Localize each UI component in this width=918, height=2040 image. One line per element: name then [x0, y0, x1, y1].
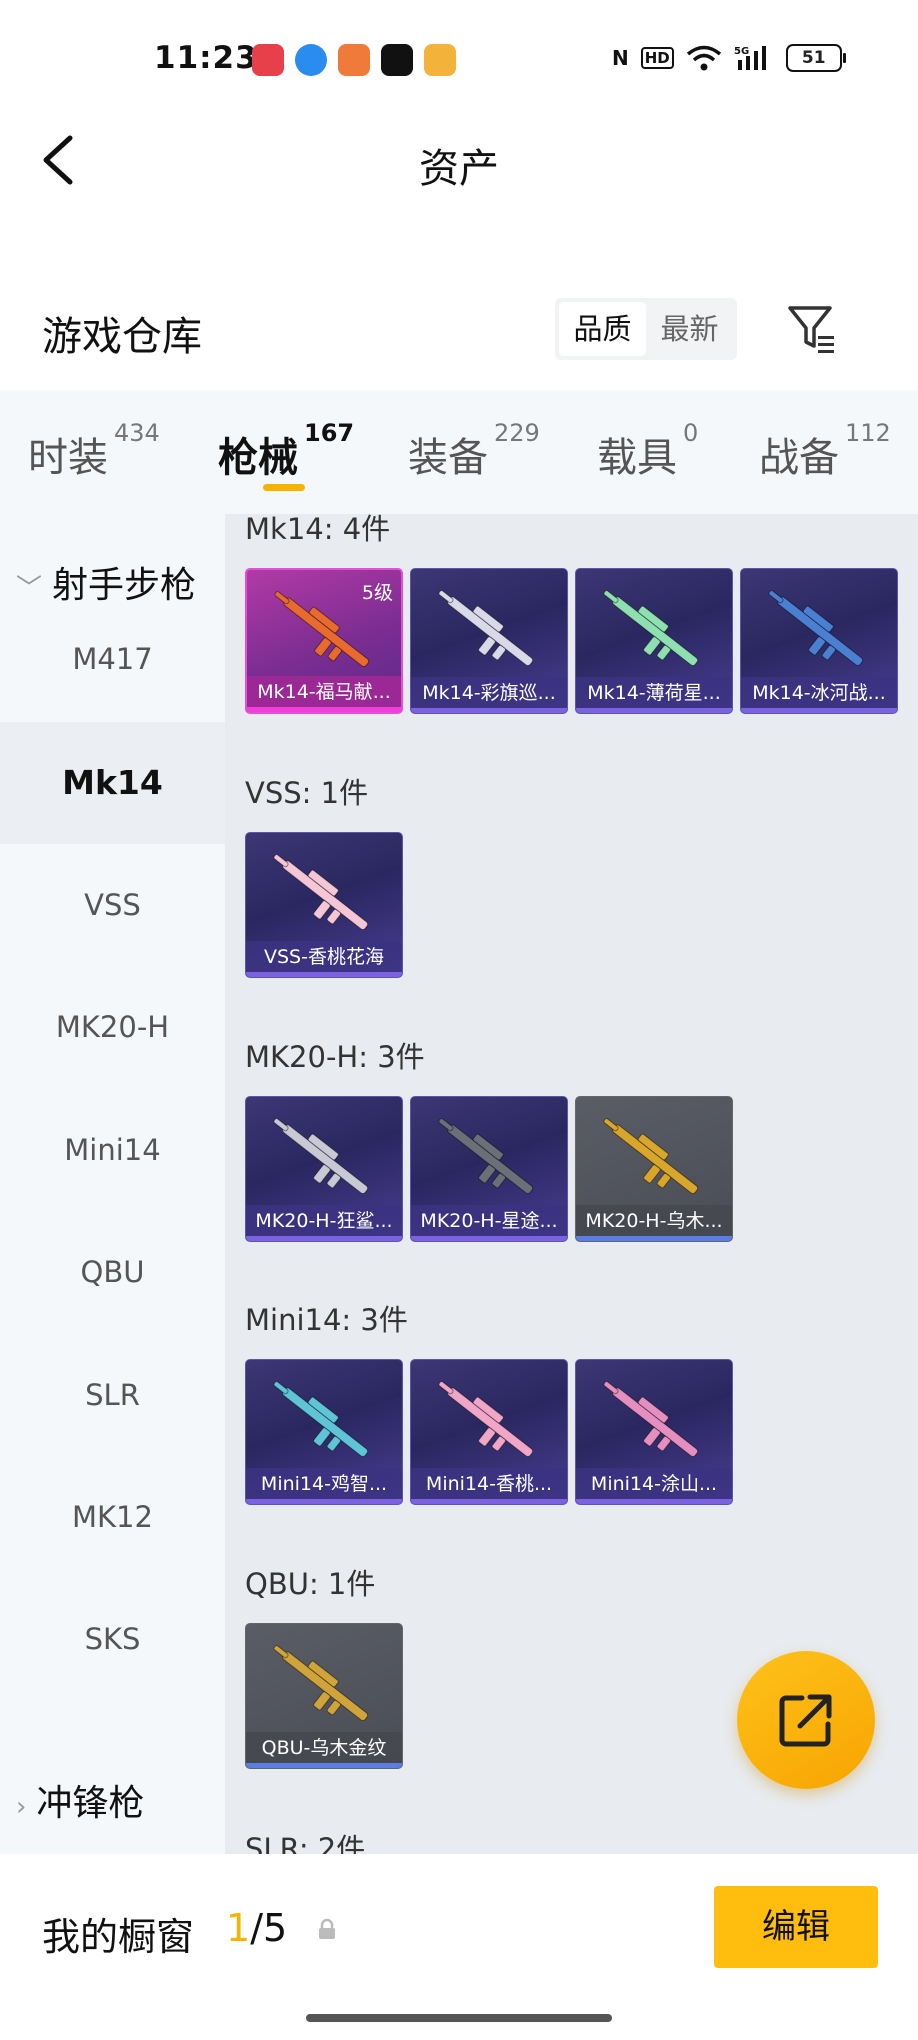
- skin-card[interactable]: MK20-H-星途...: [410, 1096, 568, 1242]
- active-tab-indicator: [263, 484, 305, 491]
- skin-name: Mk14-福马献...: [247, 676, 401, 712]
- showcase-count: 1/5: [226, 1906, 287, 1950]
- skin-name: MK20-H-星途...: [411, 1205, 567, 1241]
- skin-name: Mk14-冰河战...: [741, 677, 897, 713]
- skin-name: VSS-香桃花海: [246, 941, 402, 977]
- gun-image: [603, 590, 699, 667]
- browser-app-icon: [295, 44, 327, 76]
- page-title: 资产: [419, 146, 499, 192]
- gun-image: [273, 1381, 369, 1458]
- gun-image: [438, 590, 534, 667]
- gun-image: [274, 591, 370, 668]
- skin-card[interactable]: Mini14-香桃...: [410, 1359, 568, 1505]
- skin-card[interactable]: MK20-H-狂鲨...: [245, 1096, 403, 1242]
- hd-icon: HD: [640, 47, 674, 69]
- skin-name: Mini14-香桃...: [411, 1468, 567, 1504]
- sidebar-item-mk12[interactable]: MK12: [0, 1456, 225, 1578]
- gun-image: [603, 1118, 699, 1195]
- showcase-label: 我的橱窗: [42, 1915, 195, 1959]
- sidebar-item-qbu[interactable]: QBU: [0, 1211, 225, 1333]
- wallet-app-icon: [424, 44, 456, 76]
- skin-name: MK20-H-狂鲨...: [246, 1205, 402, 1241]
- game-app-icon: [338, 44, 370, 76]
- status-bar: 11:23 N HD 5G 51: [0, 0, 918, 120]
- skin-card[interactable]: Mk14-彩旗巡...: [410, 568, 568, 714]
- edit-button[interactable]: 编辑: [714, 1886, 878, 1968]
- sidebar-category-smg[interactable]: › 冲锋枪: [16, 1774, 144, 1826]
- status-time: 11:23: [154, 40, 258, 76]
- signal-icon: 5G: [734, 46, 766, 70]
- sidebar-item-mini14[interactable]: Mini14: [0, 1089, 225, 1211]
- sort-newest-option[interactable]: 最新: [646, 302, 733, 356]
- svg-text:5G: 5G: [734, 46, 749, 57]
- sort-toggle: 品质 最新: [555, 298, 737, 360]
- video-app-icon: [252, 44, 284, 76]
- gun-image: [438, 1381, 534, 1458]
- battery-icon: 51: [785, 44, 846, 72]
- sort-quality-option[interactable]: 品质: [559, 302, 646, 356]
- showcase-current: 1: [226, 1906, 251, 1950]
- tab-gear[interactable]: 战备112: [759, 419, 891, 483]
- skin-name: Mk14-薄荷星...: [576, 677, 732, 713]
- gun-image: [273, 1118, 369, 1195]
- home-indicator: [306, 2014, 612, 2022]
- gun-image: [273, 1645, 369, 1722]
- group-label-qbu: QBU: 1件: [245, 1567, 376, 1601]
- skin-name: Mini14-涂山...: [576, 1468, 732, 1504]
- sidebar-item-slr[interactable]: SLR: [0, 1334, 225, 1456]
- gun-image: [273, 854, 369, 931]
- group-label-mini14: Mini14: 3件: [245, 1303, 408, 1337]
- tab-outfits[interactable]: 时装434: [28, 419, 160, 483]
- tab-vehicles[interactable]: 载具0: [597, 419, 698, 483]
- skin-name: Mk14-彩旗巡...: [411, 677, 567, 713]
- lock-icon: [319, 1918, 335, 1939]
- weapon-sidebar: ﹀ 射手步枪 M417 Mk14 VSS MK20-H Mini14 QBU SL…: [0, 514, 225, 1854]
- skin-card[interactable]: Mini14-涂山...: [575, 1359, 733, 1505]
- group-label-slr: SLR: 2件: [245, 1832, 366, 1854]
- filter-icon[interactable]: [786, 302, 838, 354]
- sidebar-item-mk20h[interactable]: MK20-H: [0, 966, 225, 1088]
- tab-guns[interactable]: 枪械167: [218, 419, 354, 483]
- warehouse-title: 游戏仓库: [42, 314, 202, 360]
- skin-card[interactable]: VSS-香桃花海: [245, 832, 403, 978]
- group-label-mk20h: MK20-H: 3件: [245, 1040, 425, 1074]
- sidebar-item-vss[interactable]: VSS: [0, 844, 225, 966]
- group-label-vss: VSS: 1件: [245, 776, 369, 810]
- tiktok-app-icon: [381, 44, 413, 76]
- sidebar-item-m417[interactable]: M417: [0, 598, 225, 720]
- skin-card[interactable]: MK20-H-乌木...: [575, 1096, 733, 1242]
- gun-image: [768, 590, 864, 667]
- chevron-right-icon: ›: [16, 1792, 27, 1822]
- skin-card[interactable]: Mk14-冰河战...: [740, 568, 898, 714]
- group-label-mk14: Mk14: 4件: [245, 514, 391, 546]
- tab-equipment[interactable]: 装备229: [408, 419, 540, 483]
- system-icons: N HD 5G 51: [612, 44, 846, 72]
- nfc-icon: N: [612, 46, 629, 70]
- showcase-total: /5: [250, 1906, 288, 1950]
- skin-name: MK20-H-乌木...: [576, 1205, 732, 1241]
- wifi-icon: [686, 45, 721, 71]
- skin-card[interactable]: QBU-乌木金纹: [245, 1623, 403, 1769]
- sidebar-item-sks[interactable]: SKS: [0, 1578, 225, 1700]
- sidebar-item-mk14[interactable]: Mk14: [0, 722, 225, 844]
- skin-name: Mini14-鸡智...: [246, 1468, 402, 1504]
- skin-name: QBU-乌木金纹: [246, 1732, 402, 1768]
- share-icon: [779, 1694, 832, 1747]
- skin-card[interactable]: Mk14-薄荷星...: [575, 568, 733, 714]
- skin-card[interactable]: 5级 Mk14-福马献...: [245, 568, 403, 714]
- skin-card[interactable]: Mini14-鸡智...: [245, 1359, 403, 1505]
- share-button[interactable]: [737, 1651, 875, 1789]
- gun-image: [438, 1118, 534, 1195]
- gun-image: [603, 1381, 699, 1458]
- notification-icons: [252, 44, 456, 76]
